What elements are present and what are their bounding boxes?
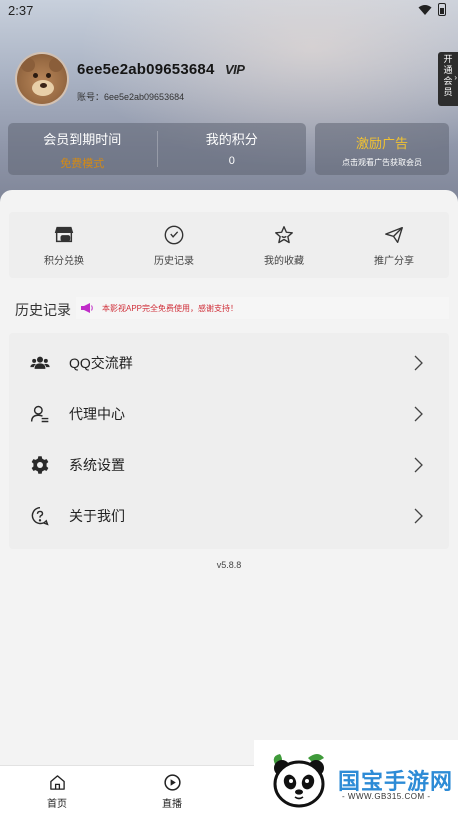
open-vip-button[interactable]: 开通会员 ›	[438, 52, 458, 106]
app-version: v5.8.8	[216, 560, 242, 570]
menu-item-label: 关于我们	[69, 508, 125, 524]
chevron-right-icon	[414, 355, 423, 371]
rewarded-ad-button[interactable]: 激励广告 点击观看广告获取会员	[315, 123, 449, 175]
quick-action-label: 我的收藏	[264, 256, 304, 267]
nav-item-label: 首页	[47, 799, 67, 810]
rewarded-ad-subtitle: 点击观看广告获取会员	[342, 158, 422, 167]
member-stats-card: 会员到期时间 免费模式 我的积分 0	[8, 123, 306, 175]
account-id: 账号：6ee5e2ab09653684	[77, 92, 185, 102]
group-icon	[30, 356, 50, 369]
quick-action-history[interactable]: 历史记录	[119, 212, 229, 278]
my-points[interactable]: 我的积分 0	[158, 123, 307, 175]
menu-item-agent-center[interactable]: 代理中心	[9, 389, 449, 439]
wifi-icon	[418, 4, 432, 15]
member-expiry-value: 免费模式	[60, 158, 105, 170]
watermark: 国宝手游网 - WWW.GB315.COM -	[254, 740, 458, 815]
watermark-url: - WWW.GB315.COM -	[342, 792, 431, 801]
quick-action-favorites[interactable]: 我的收藏	[229, 212, 339, 278]
nav-item-home[interactable]: 首页	[27, 774, 87, 810]
settings-icon	[31, 456, 49, 474]
nav-item-live[interactable]: 直播	[142, 774, 202, 810]
quick-action-share[interactable]: 推广分享	[339, 212, 449, 278]
quick-action-label: 历史记录	[154, 256, 194, 267]
nav-item-label: 直播	[162, 799, 182, 810]
menu-item-qq-group[interactable]: QQ交流群	[9, 338, 449, 388]
history-title[interactable]: 历史记录	[15, 300, 71, 320]
avatar[interactable]	[15, 52, 69, 106]
quick-action-points-exchange[interactable]: 积分兑换	[9, 212, 119, 278]
notice-banner: 本影视APP完全免费使用，感谢支持！	[76, 297, 449, 319]
store-icon	[54, 226, 74, 243]
clock-icon	[164, 225, 184, 245]
megaphone-icon	[81, 303, 93, 313]
menu-item-label: 系统设置	[69, 457, 125, 473]
quick-action-label: 积分兑换	[44, 256, 84, 267]
agent-icon	[30, 405, 49, 423]
chevron-right-icon: ›	[454, 73, 457, 82]
chevron-right-icon	[414, 508, 423, 524]
panda-logo-icon	[273, 754, 325, 808]
settings-menu: QQ交流群 代理中心 系统设置 关于我们	[9, 333, 449, 549]
menu-item-system-settings[interactable]: 系统设置	[9, 440, 449, 490]
play-icon	[163, 774, 181, 791]
status-bar: 2:37	[0, 0, 458, 22]
my-points-value: 0	[228, 155, 235, 167]
chevron-right-icon	[414, 457, 423, 473]
menu-item-about-us[interactable]: 关于我们	[9, 491, 449, 541]
chevron-right-icon	[414, 406, 423, 422]
star-icon	[275, 226, 293, 244]
notice-text: 本影视APP完全免费使用，感谢支持！	[102, 303, 239, 313]
username: 6ee5e2ab09653684	[77, 61, 215, 78]
member-expiry-label: 会员到期时间	[43, 132, 122, 147]
history-section: 历史记录 本影视APP完全免费使用，感谢支持！	[0, 296, 458, 320]
battery-icon	[438, 3, 446, 16]
status-time: 2:37	[8, 3, 34, 18]
open-vip-label: 开通会员	[443, 54, 453, 97]
quick-action-label: 推广分享	[374, 256, 414, 267]
menu-item-label: 代理中心	[69, 406, 125, 422]
help-icon	[31, 506, 49, 526]
profile-header: 2:37 6ee5e2ab09653684 VIP 账号：6ee5e2ab096…	[0, 0, 458, 215]
quick-actions: 积分兑换 历史记录 我的收藏 推广分享	[9, 212, 449, 278]
my-points-label: 我的积分	[205, 132, 258, 147]
vip-badge: VIP	[225, 62, 245, 77]
menu-item-label: QQ交流群	[69, 355, 133, 371]
member-expiry[interactable]: 会员到期时间 免费模式	[8, 123, 157, 175]
rewarded-ad-title: 激励广告	[355, 136, 408, 151]
send-icon	[385, 226, 403, 244]
home-icon	[49, 775, 65, 790]
